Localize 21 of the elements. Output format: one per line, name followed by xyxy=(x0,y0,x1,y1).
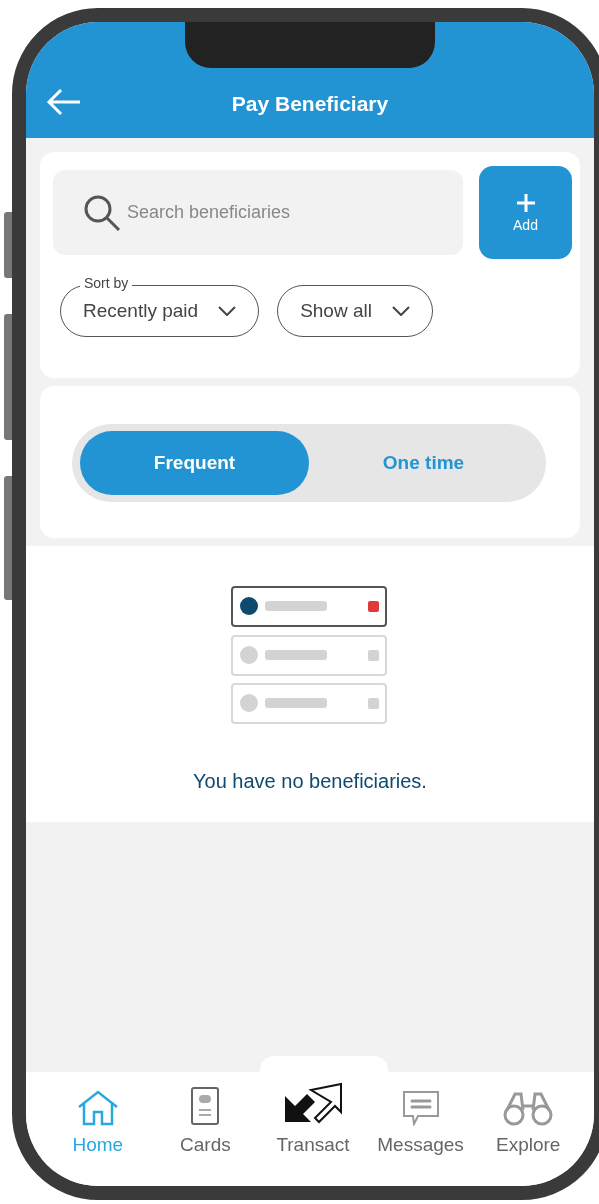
search-field[interactable]: Search beneficiaries xyxy=(53,170,463,255)
page-title: Pay Beneficiary xyxy=(230,92,390,116)
chevron-down-icon xyxy=(391,306,410,316)
dropdown-label: Sort by xyxy=(80,276,133,290)
add-button[interactable]: Add xyxy=(479,166,572,259)
chevron-down-icon xyxy=(218,306,237,316)
segment-tab[interactable]: Frequent xyxy=(80,431,309,495)
nav-item[interactable]: Explore xyxy=(474,1072,582,1186)
binoculars-icon xyxy=(503,1090,554,1126)
plus-icon xyxy=(515,192,536,213)
dropdown[interactable]: Show all xyxy=(277,285,433,337)
nav-item[interactable]: Transact xyxy=(259,1072,367,1186)
card-icon xyxy=(190,1086,221,1126)
home-icon xyxy=(76,1090,119,1126)
nav-item[interactable]: Messages xyxy=(366,1072,475,1186)
message-icon xyxy=(401,1090,440,1126)
nav-item[interactable]: Cards xyxy=(151,1072,260,1186)
transfer-arrows-icon xyxy=(283,1082,343,1126)
back-arrow-icon[interactable] xyxy=(46,88,82,116)
search-icon xyxy=(83,194,121,232)
empty-message: You have no beneficiaries. xyxy=(193,770,427,793)
